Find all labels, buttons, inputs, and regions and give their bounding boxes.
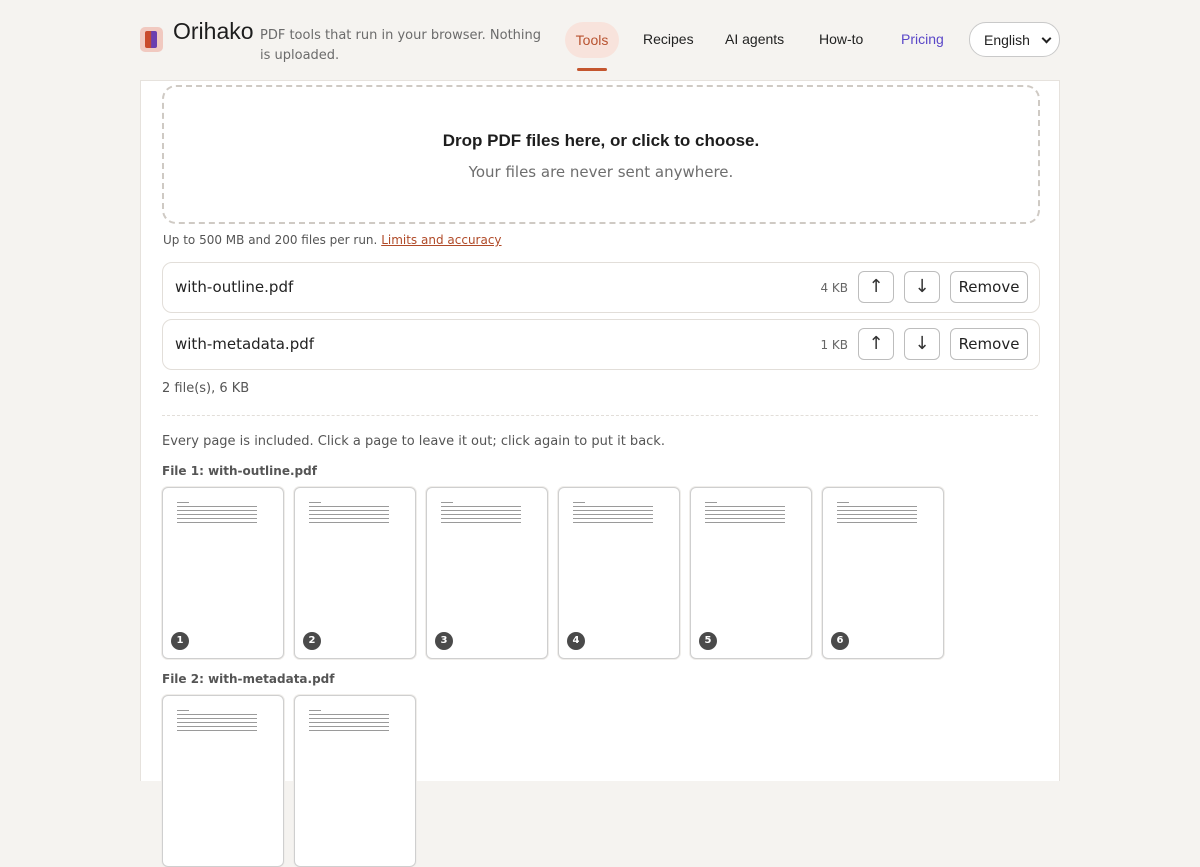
- file-name: with-outline.pdf: [175, 278, 294, 296]
- page-text-preview: [309, 710, 389, 734]
- move-down-button[interactable]: ↓: [904, 271, 940, 303]
- page-number-badge: 1: [171, 632, 189, 650]
- nav-ai-agents[interactable]: AI agents: [725, 31, 784, 47]
- move-up-button[interactable]: ↑: [858, 271, 894, 303]
- remove-button[interactable]: Remove: [950, 271, 1028, 303]
- page-selection-hint: Every page is included. Click a page to …: [162, 434, 665, 449]
- page-thumbnail[interactable]: 4: [558, 487, 680, 659]
- remove-button[interactable]: Remove: [950, 328, 1028, 360]
- file-size: 4 KB: [820, 281, 848, 295]
- pdf-dropzone[interactable]: Drop PDF files here, or click to choose.…: [162, 85, 1040, 224]
- tool-card: Drop PDF files here, or click to choose.…: [140, 80, 1060, 867]
- file-name: with-metadata.pdf: [175, 335, 315, 353]
- page-text-preview: [441, 502, 521, 526]
- section-divider: [162, 415, 1038, 416]
- language-select[interactable]: English: [969, 22, 1060, 57]
- nav-tools-label: Tools: [575, 32, 609, 48]
- page-number-badge: 2: [303, 632, 321, 650]
- nav-how-to[interactable]: How-to: [819, 31, 863, 47]
- nav-tools[interactable]: Tools: [565, 22, 619, 58]
- site-header: Orihako PDF tools that run in your brows…: [140, 0, 1060, 80]
- file-group-label: File 1: with-outline.pdf: [162, 464, 317, 478]
- nav-pricing[interactable]: Pricing: [901, 31, 944, 47]
- page-text-preview: [177, 710, 257, 734]
- nav-recipes[interactable]: Recipes: [643, 31, 694, 47]
- move-up-button[interactable]: ↑: [858, 328, 894, 360]
- dropzone-title: Drop PDF files here, or click to choose.: [442, 131, 760, 150]
- book-icon: [145, 31, 157, 48]
- page-number-badge: 6: [831, 632, 849, 650]
- move-down-button[interactable]: ↓: [904, 328, 940, 360]
- page-thumbnail[interactable]: 5: [690, 487, 812, 659]
- limits-link[interactable]: Limits and accuracy: [381, 233, 501, 247]
- file-row: with-metadata.pdf 1 KB ↑ ↓ Remove: [162, 319, 1040, 370]
- page-thumbnail[interactable]: [294, 695, 416, 867]
- page-thumbnail[interactable]: 2: [294, 487, 416, 659]
- file-group-label: File 2: with-metadata.pdf: [162, 672, 335, 686]
- page-number-badge: 3: [435, 632, 453, 650]
- dropzone-subtitle: Your files are never sent anywhere.: [468, 163, 734, 181]
- page-thumbnail[interactable]: 1: [162, 487, 284, 659]
- files-summary: 2 file(s), 6 KB: [162, 381, 250, 396]
- page-text-preview: [573, 502, 653, 526]
- chevron-down-icon: [1041, 33, 1052, 44]
- language-value: English: [984, 32, 1030, 48]
- page-text-preview: [309, 502, 389, 526]
- page-text-preview: [705, 502, 785, 526]
- logo-icon[interactable]: [140, 27, 163, 52]
- limits-text: Up to 500 MB and 200 files per run.: [163, 233, 378, 247]
- file-row: with-outline.pdf 4 KB ↑ ↓ Remove: [162, 262, 1040, 313]
- page-text-preview: [177, 502, 257, 526]
- page-thumbnail[interactable]: 6: [822, 487, 944, 659]
- limits-note: Up to 500 MB and 200 files per run. Limi…: [163, 233, 502, 247]
- tagline: PDF tools that run in your browser. Noth…: [260, 28, 542, 63]
- page-thumbnail[interactable]: [162, 695, 284, 867]
- page-text-preview: [837, 502, 917, 526]
- page-number-badge: 5: [699, 632, 717, 650]
- page-thumbnail[interactable]: 3: [426, 487, 548, 659]
- file-size: 1 KB: [820, 338, 848, 352]
- brand-name[interactable]: Orihako: [173, 18, 254, 45]
- nav-active-underline: [577, 68, 607, 71]
- page-number-badge: 4: [567, 632, 585, 650]
